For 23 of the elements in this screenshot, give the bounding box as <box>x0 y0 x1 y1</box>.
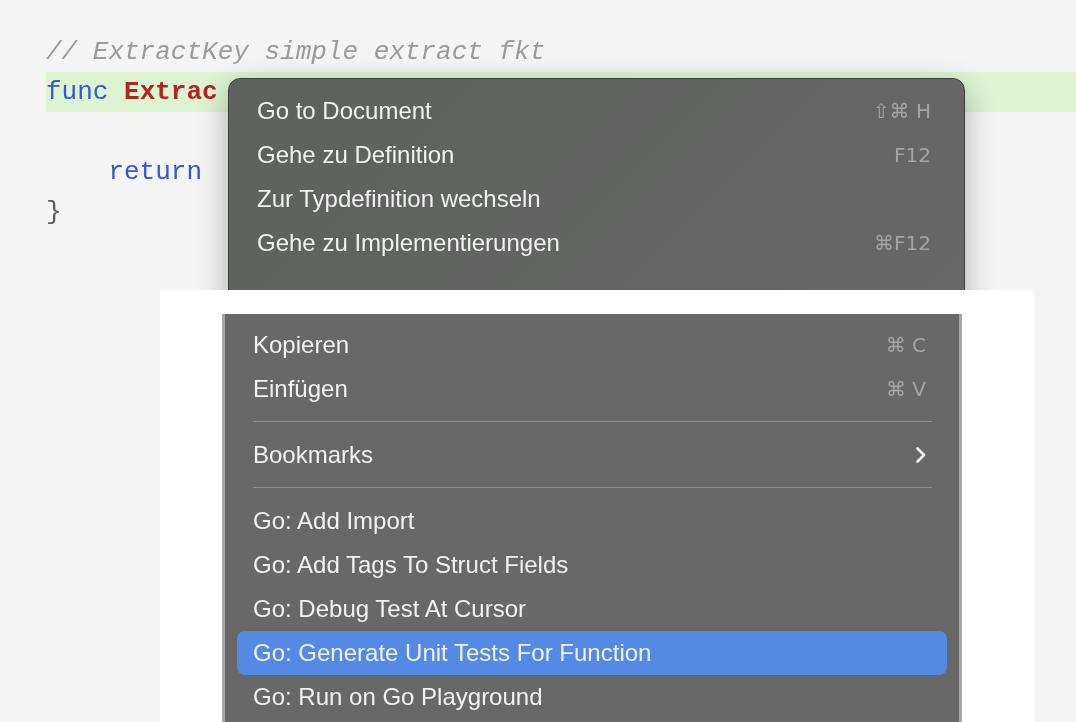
code-comment: // ExtractKey simple extract fkt <box>46 37 546 67</box>
menu-item[interactable]: Zur Typdefinition wechseln <box>241 177 952 221</box>
menu-item[interactable]: Gehe zu Definition F12 <box>241 133 952 177</box>
keyboard-shortcut: ⇧⌘ H <box>872 98 931 125</box>
menu-item[interactable]: Kopieren ⌘ C <box>237 323 947 367</box>
keyboard-shortcut: ⌘ C <box>885 332 926 359</box>
keyboard-shortcut: ⌘ V <box>885 376 926 403</box>
submenu-item[interactable]: Bookmarks <box>237 433 947 477</box>
keyboard-shortcut: F12 <box>894 142 931 169</box>
menu-item[interactable]: Go: Generate Unit Tests For Function <box>237 631 947 675</box>
code-keyword: func <box>46 77 109 107</box>
menu-item[interactable]: Go: Run on Go Playground <box>237 675 947 719</box>
code-brace: } <box>46 197 62 227</box>
keyboard-shortcut: ⌘F12 <box>874 230 931 257</box>
function-name: Extrac <box>124 77 218 107</box>
menu-item[interactable]: Go: Add Tags To Struct Fields <box>237 543 947 587</box>
menu-item[interactable]: Go to Document ⇧⌘ H <box>241 89 952 133</box>
chevron-right-icon <box>916 447 926 463</box>
menu-item[interactable]: Go: Debug Test At Cursor <box>237 587 947 631</box>
code-keyword: return <box>108 157 203 187</box>
menu-item[interactable]: Go: Add Import <box>237 499 947 543</box>
menu-item[interactable]: Gehe zu Implementierungen ⌘F12 <box>241 221 952 265</box>
menu-item[interactable]: Einfügen ⌘ V <box>237 367 947 411</box>
